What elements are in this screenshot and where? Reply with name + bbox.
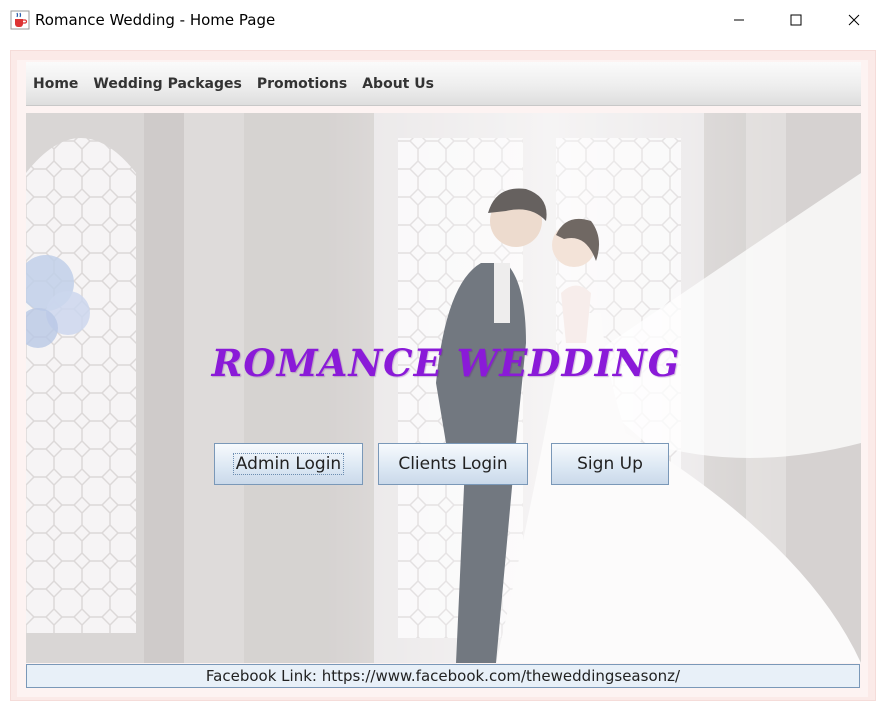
romance-wedding-title: ROMANCE WEDDING [211,341,681,385]
menu-item-home[interactable]: Home [33,76,85,92]
admin-login-label: Admin Login [232,453,345,475]
close-button[interactable] [831,0,877,40]
clients-login-label: Clients Login [398,454,508,474]
menu-item-about-us[interactable]: About Us [362,76,441,92]
facebook-link-label: Facebook Link: https://www.facebook.com/… [26,664,860,688]
window-titlebar: Romance Wedding - Home Page [0,0,885,40]
menu-item-wedding-packages[interactable]: Wedding Packages [93,76,248,92]
sign-up-button[interactable]: Sign Up [551,443,669,485]
maximize-button[interactable] [773,0,819,40]
sign-up-label: Sign Up [577,454,643,474]
wedding-photo-illustration [26,113,861,663]
close-icon [848,14,860,26]
minimize-icon [734,19,744,21]
menu-bar: Home Wedding Packages Promotions About U… [26,62,861,106]
clients-login-button[interactable]: Clients Login [378,443,528,485]
window-title: Romance Wedding - Home Page [35,11,276,29]
menu-item-promotions[interactable]: Promotions [257,76,354,92]
admin-login-button[interactable]: Admin Login [214,443,363,485]
minimize-button[interactable] [716,0,762,40]
java-cup-icon [10,10,30,30]
wedding-couple-photo: ROMANCE WEDDING Admin Login Clients Logi… [26,113,861,663]
maximize-icon [790,14,802,26]
